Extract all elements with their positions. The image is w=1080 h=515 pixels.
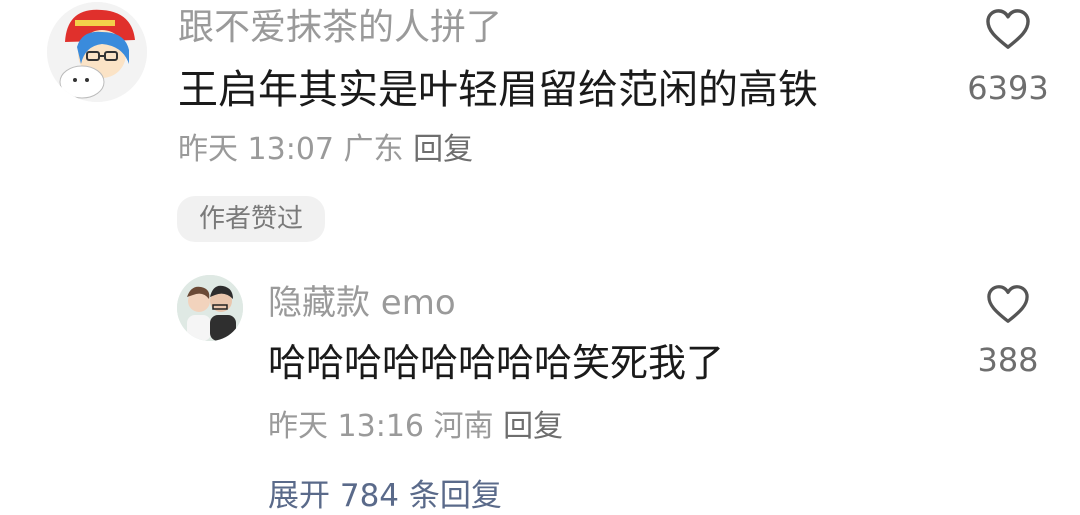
heart-outline-icon: [987, 285, 1029, 323]
like-button[interactable]: 388: [960, 284, 1056, 380]
avatar-photo-icon: [177, 275, 243, 341]
author-liked-badge: 作者赞过: [177, 196, 325, 242]
comment-location: 河南: [433, 409, 494, 444]
like-count: 6393: [967, 69, 1049, 107]
reply-button[interactable]: 回复: [503, 409, 563, 444]
like-count: 388: [977, 341, 1039, 379]
comment-text: 王启年其实是叶轻眉留给范闲的高铁: [178, 67, 818, 113]
expand-replies-link[interactable]: 展开 784 条回复: [268, 470, 502, 515]
avatar[interactable]: [177, 275, 243, 341]
comment-location: 广东: [343, 132, 404, 167]
reply-button[interactable]: 回复: [413, 132, 473, 167]
username[interactable]: 隐藏款 emo: [268, 278, 456, 328]
comment-time: 昨天 13:16: [268, 409, 424, 444]
avatar-cartoon-icon: [47, 2, 147, 102]
comment-meta: 昨天 13:07 广东 回复: [178, 128, 473, 172]
heart-outline-icon: [986, 9, 1030, 49]
avatar[interactable]: [47, 2, 147, 102]
comment-time: 昨天 13:07: [178, 132, 334, 167]
comment-meta: 昨天 13:16 河南 回复: [268, 405, 563, 449]
comment-text: 哈哈哈哈哈哈哈哈笑死我了: [268, 341, 725, 385]
comment-item: 跟不爱抹茶的人拼了 王启年其实是叶轻眉留给范闲的高铁 昨天 13:07 广东 回…: [0, 0, 1080, 260]
like-button[interactable]: 6393: [960, 8, 1056, 108]
username[interactable]: 跟不爱抹茶的人拼了: [178, 2, 502, 54]
reply-item: 隐藏款 emo 哈哈哈哈哈哈哈哈笑死我了 昨天 13:16 河南 回复 388: [0, 270, 1080, 470]
